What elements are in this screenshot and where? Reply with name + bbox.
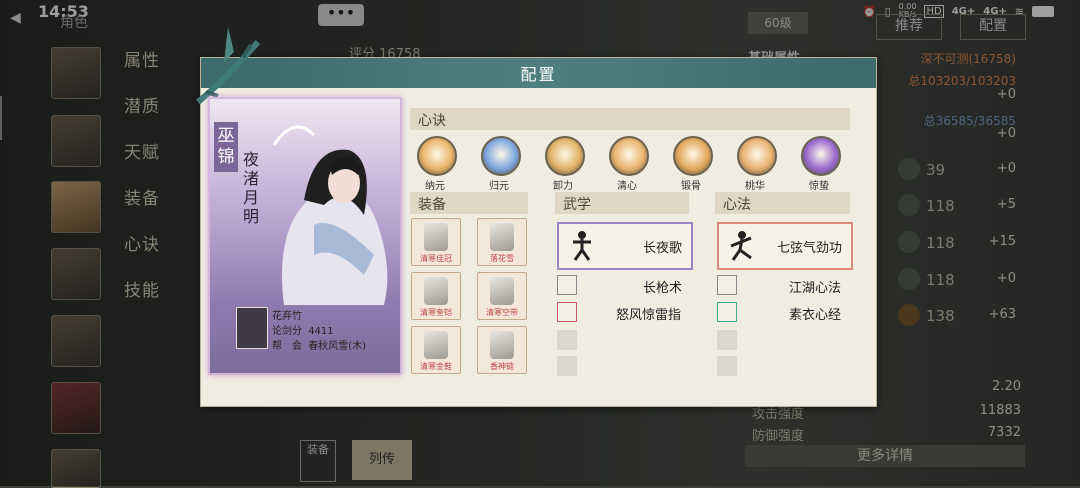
guild-value: 春秋风雪(木) <box>308 341 366 352</box>
suyi-icon <box>717 302 737 322</box>
xinfa-sub-2[interactable]: 素衣心经 <box>717 302 849 323</box>
xinfa-empty-slot-1[interactable] <box>717 330 737 350</box>
equipment-item-label: 清寒佳冠 <box>420 254 452 263</box>
xinjue-header: 心诀 <box>410 108 850 130</box>
player-score-row: 论剑分 4411 <box>272 322 334 337</box>
wuxue-sub-1-name: 长枪术 <box>643 281 683 296</box>
player-name: 花弃竹 <box>272 311 302 322</box>
xinjue-skill-label: 卸力 <box>553 181 573 192</box>
character-portrait <box>272 125 388 305</box>
xinjue-skill-label: 锻骨 <box>681 181 701 192</box>
xinjue-skill-label: 纳元 <box>425 181 445 192</box>
xinfa-main-name: 七弦气劲功 <box>777 241 843 256</box>
equipment-item-icon <box>490 277 514 305</box>
xinjue-skill-label: 惊蛰 <box>809 181 829 192</box>
xinjue-skill-icon[interactable] <box>417 136 457 176</box>
xinjue-skill-icon[interactable] <box>673 136 713 176</box>
dialog-title: 配置 <box>520 65 557 84</box>
wuxue-header: 武学 <box>555 192 689 214</box>
score-label: 论剑分 <box>272 326 302 337</box>
xinjue-skill-icon[interactable] <box>737 136 777 176</box>
xinjue-skill-icon[interactable] <box>609 136 649 176</box>
equipment-slot[interactable]: 清寒金鞋 <box>411 326 461 374</box>
score-value: 4411 <box>308 326 334 337</box>
wuxue-empty-slot-1[interactable] <box>557 330 577 350</box>
equipment-slot[interactable]: 清寒佳冠 <box>411 218 461 266</box>
xinfa-title: 心法 <box>723 197 751 213</box>
finger-strike-icon <box>557 302 577 322</box>
equipment-slot[interactable]: 清寒奎铠 <box>411 272 461 320</box>
xinjue-skill-icon[interactable] <box>481 136 521 176</box>
wuxue-title: 武学 <box>563 197 591 213</box>
equipment-item-icon <box>490 331 514 359</box>
equipment-item-icon <box>490 223 514 251</box>
equipment-slot[interactable]: 香神链 <box>477 326 527 374</box>
jianghu-icon <box>717 275 737 295</box>
xinfa-header: 心法 <box>715 192 850 214</box>
wuxue-sub-2[interactable]: 怒风惊雷指 <box>557 302 689 323</box>
xinjue-title: 心诀 <box>418 113 446 129</box>
equipment-slot[interactable]: 清寒空带 <box>477 272 527 320</box>
character-name: 夜渚月明 <box>242 150 259 226</box>
spear-icon <box>557 275 577 295</box>
xinjue-skills: 纳元 归元 卸力 清心 锻骨 桃华 惊蛰 <box>410 136 850 192</box>
character-tag: 巫锦 <box>214 122 238 172</box>
xinjue-skill-icon[interactable] <box>545 136 585 176</box>
equipment-header: 装备 <box>410 192 528 214</box>
xinjue-skill-label: 清心 <box>617 181 637 192</box>
guild-label: 帮 会 <box>272 341 302 352</box>
wuxue-main-slot[interactable]: 长夜歌 <box>557 222 693 270</box>
xinfa-sub-1-name: 江湖心法 <box>789 281 842 296</box>
meditation-pose-icon <box>730 231 752 261</box>
player-avatar <box>236 307 268 349</box>
xinfa-sub-1[interactable]: 江湖心法 <box>717 275 849 296</box>
equipment-item-icon <box>424 223 448 251</box>
xinjue-skill-label: 归元 <box>489 181 509 192</box>
equipment-item-label: 清寒奎铠 <box>420 308 452 317</box>
wuxue-sub-2-name: 怒风惊雷指 <box>616 308 682 323</box>
xinjue-skill-label: 桃华 <box>745 181 765 192</box>
equipment-item-label: 清寒金鞋 <box>420 362 452 371</box>
equipment-item-label: 清寒空带 <box>486 308 518 317</box>
equipment-title: 装备 <box>418 197 446 213</box>
player-guild-row: 帮 会 春秋风雪(木) <box>272 337 366 352</box>
equipment-item-icon <box>424 277 448 305</box>
xinfa-empty-slot-2[interactable] <box>717 356 737 376</box>
xinjue-skill-icon[interactable] <box>801 136 841 176</box>
xinfa-main-slot[interactable]: 七弦气劲功 <box>717 222 853 270</box>
equipment-item-label: 香神链 <box>490 362 514 371</box>
equipment-grid: 清寒佳冠 落花雪清寒奎铠 清寒空带清寒金鞋 香神链 <box>410 218 530 378</box>
martial-pose-icon <box>573 231 591 261</box>
wuxue-main-name: 长夜歌 <box>643 241 683 256</box>
equipment-item-icon <box>424 331 448 359</box>
wuxue-empty-slot-2[interactable] <box>557 356 577 376</box>
xinfa-sub-2-name: 素衣心经 <box>789 308 842 323</box>
wuxue-sub-1[interactable]: 长枪术 <box>557 275 689 296</box>
equipment-slot[interactable]: 落花雪 <box>477 218 527 266</box>
equipment-item-label: 落花雪 <box>490 254 514 263</box>
